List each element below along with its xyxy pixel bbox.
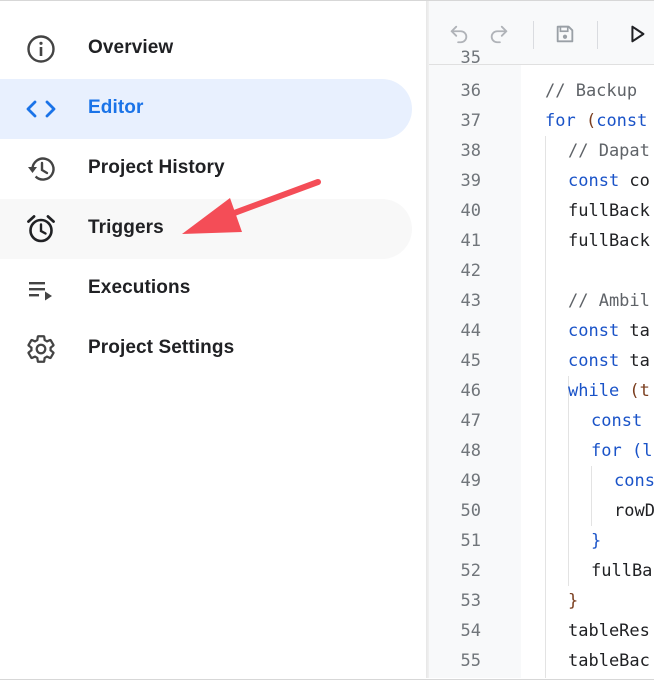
- code-line: const ta: [568, 346, 650, 376]
- line-number: 41: [460, 231, 481, 251]
- code-token: fullBa: [591, 561, 653, 581]
- code-line: const: [591, 406, 642, 436]
- alarm-clock-icon: [24, 214, 58, 244]
- sidebar-item-editor[interactable]: Editor: [0, 79, 412, 139]
- redo-icon[interactable]: [487, 22, 511, 46]
- code-token: tableBac: [568, 651, 650, 671]
- line-number: 50: [460, 501, 481, 521]
- gear-icon: [24, 334, 58, 364]
- code-line: // Backup: [545, 76, 637, 106]
- sidebar-item-label: Overview: [88, 37, 174, 58]
- sidebar-item-label: Triggers: [88, 217, 164, 238]
- sidebar-item-executions[interactable]: Executions: [0, 259, 412, 319]
- code-line: fullBack: [568, 196, 650, 226]
- code-token: ta: [629, 351, 650, 371]
- code-token: tableRes: [568, 621, 650, 641]
- line-number: 54: [460, 621, 481, 641]
- sidebar-item-project-settings[interactable]: Project Settings: [0, 319, 412, 379]
- line-number: 47: [460, 411, 481, 431]
- line-number: 52: [460, 561, 481, 581]
- code-icon: [24, 94, 58, 124]
- code-token: const: [568, 351, 630, 371]
- code-line: while (t: [568, 376, 650, 406]
- line-number: 48: [460, 441, 481, 461]
- code-line: for (l: [591, 436, 652, 466]
- history-icon: [24, 154, 58, 184]
- code-token: (: [585, 111, 597, 131]
- indent-guide: [545, 136, 546, 678]
- code-line: for (const: [545, 106, 647, 136]
- code-token: rowD: [614, 501, 654, 521]
- code-token: // Ambil: [568, 291, 650, 311]
- code-token: while: [568, 381, 630, 401]
- toolbar-separator: [533, 21, 534, 49]
- line-number: 51: [460, 531, 481, 551]
- info-icon: [24, 34, 58, 64]
- sidebar-item-label: Project Settings: [88, 337, 235, 358]
- code-line: cons: [614, 466, 654, 496]
- code-line: fullBa: [591, 556, 652, 586]
- line-number: 49: [460, 471, 481, 491]
- sidebar-item-overview[interactable]: Overview: [0, 19, 412, 79]
- line-number: 35: [460, 48, 481, 68]
- line-number: 55: [460, 651, 481, 671]
- code-line: rowD: [614, 496, 654, 526]
- code-token: ta: [629, 321, 650, 341]
- code-token: }: [568, 591, 579, 611]
- line-number-gutter: 35 36 37 38 39 40 41 42 43 44 45 46 47 48 49 50 51 52 53 5…: [429, 48, 521, 678]
- code-token: fullBack: [568, 231, 650, 251]
- line-number: 46: [460, 381, 481, 401]
- code-token: fullBack: [568, 201, 650, 221]
- code-token: for: [591, 441, 632, 461]
- code-token: // Backup: [545, 81, 638, 101]
- code-token: for: [545, 111, 586, 131]
- sidebar-item-label: Project History: [88, 157, 225, 178]
- code-line: }: [568, 586, 578, 616]
- code-token: cons: [614, 471, 654, 491]
- code-token: (t: [629, 381, 650, 401]
- save-icon[interactable]: [553, 22, 577, 46]
- code-editor[interactable]: 35 36 37 38 39 40 41 42 43 44 45 46 47 48 49 50 51 52 53 5…: [429, 1, 654, 678]
- code-line: // Dapat: [568, 136, 650, 166]
- line-number: 44: [460, 321, 481, 341]
- line-number: 53: [460, 591, 481, 611]
- toolbar-separator: [597, 21, 598, 49]
- code-line: tableRes: [568, 616, 650, 646]
- line-number: 45: [460, 351, 481, 371]
- code-token: const: [568, 321, 630, 341]
- playlist-play-icon: [24, 274, 58, 304]
- indent-guide: [568, 376, 569, 586]
- line-number: 42: [460, 261, 481, 281]
- line-number: 37: [460, 111, 481, 131]
- line-number: 39: [460, 171, 481, 191]
- run-icon[interactable]: [625, 22, 649, 46]
- sidebar-item-label: Editor: [88, 97, 144, 118]
- sidebar: Overview Editor Project History Triggers…: [0, 1, 426, 678]
- code-token: const: [591, 411, 643, 431]
- code-line: tableBac: [568, 646, 650, 676]
- code-token: co: [629, 171, 650, 191]
- code-line: fullBack: [568, 226, 650, 256]
- line-number: 43: [460, 291, 481, 311]
- sidebar-item-triggers[interactable]: Triggers: [0, 199, 412, 259]
- code-line: // Ambil: [568, 286, 650, 316]
- code-token: }: [591, 531, 602, 551]
- code-line: }: [591, 526, 601, 556]
- code-token: const: [568, 171, 630, 191]
- code-line: const co: [568, 166, 650, 196]
- code-area[interactable]: // Backup for (const// Dapat const co fullB…: [521, 65, 654, 678]
- code-token: const: [596, 111, 648, 131]
- line-number: 40: [460, 201, 481, 221]
- sidebar-item-project-history[interactable]: Project History: [0, 139, 412, 199]
- line-number: 36: [460, 81, 481, 101]
- sidebar-item-label: Executions: [88, 277, 191, 298]
- code-token: // Dapat: [568, 141, 650, 161]
- indent-guide: [591, 466, 592, 526]
- line-number: 38: [460, 141, 481, 161]
- code-token: (l: [631, 441, 653, 461]
- code-line: const ta: [568, 316, 650, 346]
